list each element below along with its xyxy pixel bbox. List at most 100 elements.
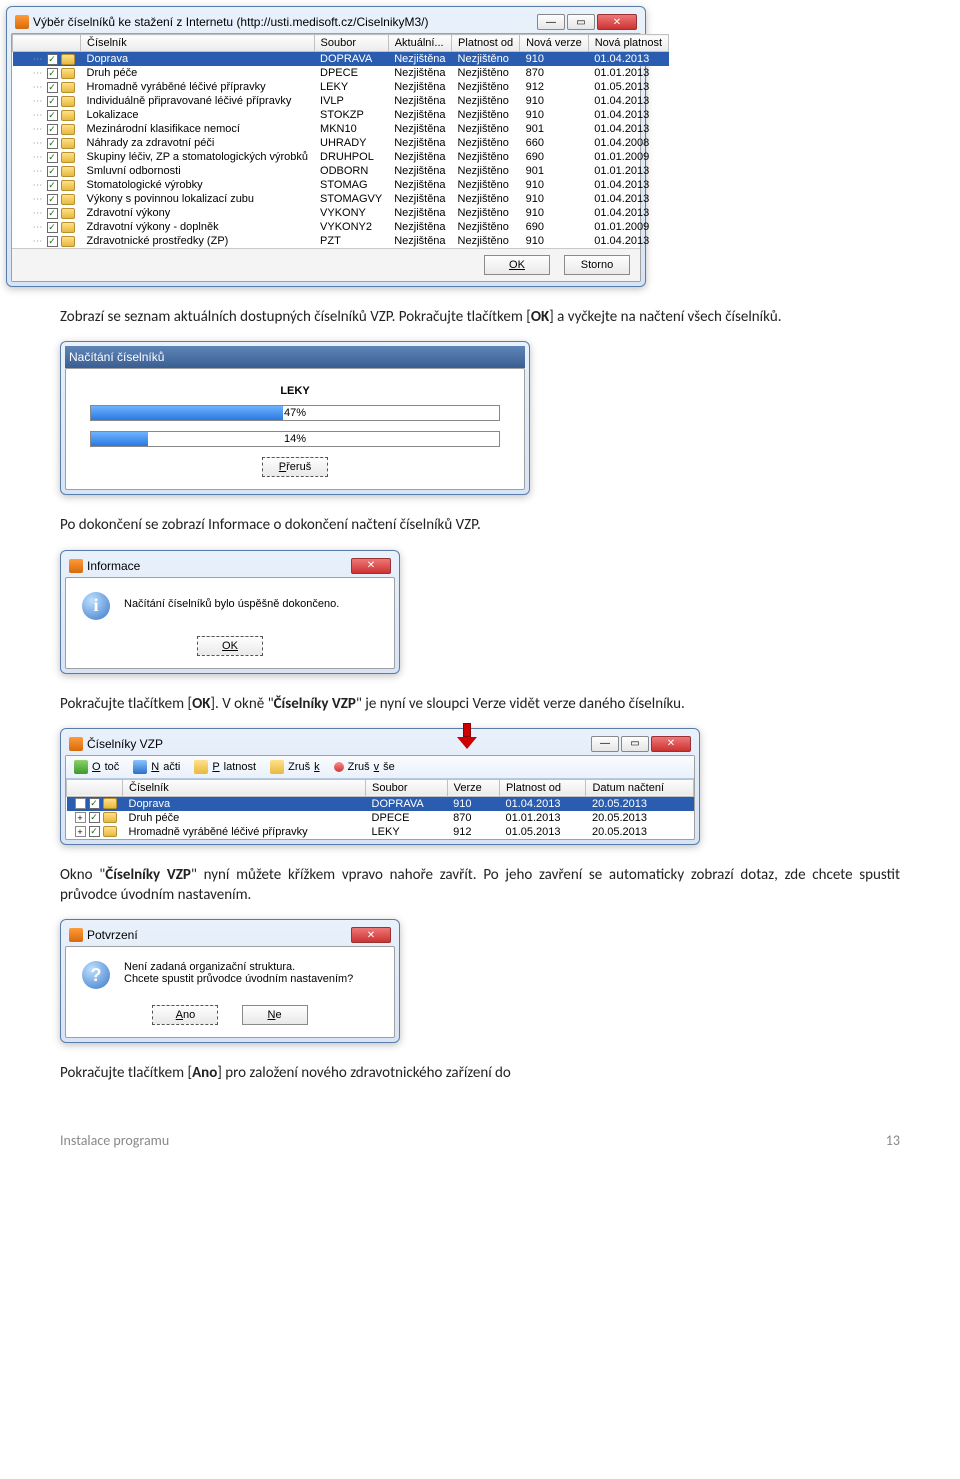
- row-checkbox[interactable]: [47, 194, 58, 205]
- table-row[interactable]: ⋯DopravaDOPRAVANezjištěnaNezjištěno91001…: [13, 52, 669, 67]
- row-checkbox[interactable]: [47, 222, 58, 233]
- close-button[interactable]: ✕: [351, 927, 391, 943]
- table-row[interactable]: -DopravaDOPRAVA91001.04.201320.05.2013: [67, 796, 694, 811]
- col-soubor[interactable]: Soubor: [366, 779, 448, 796]
- maximize-button[interactable]: ▭: [621, 736, 649, 752]
- toolbar-otoc[interactable]: Otoč: [74, 760, 119, 774]
- expand-toggle[interactable]: +: [75, 826, 86, 837]
- row-checkbox[interactable]: [89, 812, 100, 823]
- titlebar[interactable]: Potvrzení ✕: [65, 924, 395, 946]
- tree-line: ⋯: [33, 138, 42, 149]
- expand-toggle[interactable]: +: [75, 812, 86, 823]
- row-checkbox[interactable]: [89, 826, 100, 837]
- cell-plat: Nezjištěno: [452, 136, 520, 150]
- cell-name: Skupiny léčiv, ZP a stomatologických výr…: [81, 150, 315, 164]
- titlebar[interactable]: Výběr číselníků ke stažení z Internetu (…: [11, 11, 641, 33]
- cell-plat: Nezjištěno: [452, 206, 520, 220]
- table-row[interactable]: ⋯Individuálně připravované léčivé přípra…: [13, 94, 669, 108]
- col-ciselnik[interactable]: Číselník: [81, 35, 315, 52]
- cell-file: DOPRAVA: [366, 796, 448, 811]
- cell-plat: Nezjištěno: [452, 150, 520, 164]
- row-checkbox[interactable]: [47, 54, 58, 65]
- window-body: Číselník Soubor Aktuální... Platnost od …: [11, 33, 641, 282]
- ciselniky-table[interactable]: Číselník Soubor Aktuální... Platnost od …: [12, 34, 669, 248]
- cell-plat: 01.05.2013: [499, 825, 586, 839]
- minimize-button[interactable]: —: [591, 736, 619, 752]
- footer-section-title: Instalace programu: [60, 1132, 169, 1149]
- col-soubor[interactable]: Soubor: [314, 35, 388, 52]
- col-tree[interactable]: [67, 779, 123, 796]
- close-button[interactable]: ✕: [351, 558, 391, 574]
- expand-toggle[interactable]: -: [75, 798, 86, 809]
- row-checkbox[interactable]: [47, 180, 58, 191]
- table-row[interactable]: ⋯Hromadně vyráběné léčivé přípravkyLEKYN…: [13, 80, 669, 94]
- titlebar[interactable]: Informace ✕: [65, 555, 395, 577]
- table-row[interactable]: ⋯Druh péčeDPECENezjištěnaNezjištěno87001…: [13, 66, 669, 80]
- cell-akt: Nezjištěna: [388, 178, 451, 192]
- maximize-button[interactable]: ▭: [567, 14, 595, 30]
- table-row[interactable]: +Hromadně vyráběné léčivé přípravkyLEKY9…: [67, 825, 694, 839]
- ok-button[interactable]: OK: [197, 636, 263, 656]
- folder-icon: [61, 54, 75, 65]
- table-row[interactable]: ⋯LokalizaceSTOKZPNezjištěnaNezjištěno910…: [13, 108, 669, 122]
- row-checkbox[interactable]: [47, 236, 58, 247]
- col-nova-platnost[interactable]: Nová platnost: [588, 35, 668, 52]
- row-checkbox[interactable]: [47, 166, 58, 177]
- table-row[interactable]: ⋯Zdravotní výkony - doplněkVYKONY2Nezjiš…: [13, 220, 669, 234]
- cell-plat: Nezjištěno: [452, 108, 520, 122]
- ok-button[interactable]: OK: [484, 255, 550, 275]
- col-ciselnik[interactable]: Číselník: [123, 779, 366, 796]
- table-row[interactable]: ⋯Smluvní odbornostiODBORNNezjištěnaNezji…: [13, 164, 669, 178]
- row-checkbox[interactable]: [47, 138, 58, 149]
- folder-icon: [61, 96, 75, 107]
- folder-icon: [61, 208, 75, 219]
- col-nova-verze[interactable]: Nová verze: [520, 35, 589, 52]
- row-checkbox[interactable]: [47, 68, 58, 79]
- tree-line: ⋯: [33, 180, 42, 191]
- toolbar: Otoč Načti Platnost Zruš k Zruš vše: [66, 756, 694, 779]
- toolbar-nacti[interactable]: Načti: [133, 760, 180, 774]
- no-button[interactable]: Ne: [242, 1005, 308, 1025]
- tree-line: ⋯: [33, 68, 42, 79]
- table-row[interactable]: ⋯Stomatologické výrobkySTOMAGNezjištěnaN…: [13, 178, 669, 192]
- row-checkbox[interactable]: [47, 208, 58, 219]
- toolbar-zrusk[interactable]: Zruš k: [270, 760, 320, 774]
- table-row[interactable]: ⋯Náhrady za zdravotní péčiUHRADYNezjiště…: [13, 136, 669, 150]
- toolbar-zrusvse[interactable]: Zruš vše: [334, 761, 395, 773]
- row-checkbox[interactable]: [47, 96, 58, 107]
- table-row[interactable]: ⋯Zdravotnické prostředky (ZP)PZTNezjiště…: [13, 234, 669, 248]
- titlebar[interactable]: Číselníky VZP — ▭ ✕: [65, 733, 695, 755]
- col-tree[interactable]: [13, 35, 81, 52]
- table-row[interactable]: ⋯Zdravotní výkonyVYKONYNezjištěnaNezjišt…: [13, 206, 669, 220]
- folder-icon: [103, 798, 117, 809]
- titlebar[interactable]: Načítání číselníků: [65, 346, 525, 368]
- toolbar-platnost[interactable]: Platnost: [194, 760, 256, 774]
- calendar-icon: [194, 760, 208, 774]
- progress-item-pct: 47%: [91, 406, 499, 420]
- cell-akt: Nezjištěna: [388, 52, 451, 67]
- yes-button[interactable]: Ano: [152, 1005, 218, 1025]
- folder-icon: [61, 82, 75, 93]
- col-datum-nacteni[interactable]: Datum načtení: [586, 779, 694, 796]
- vzp-table[interactable]: Číselník Soubor Verze Platnost od Datum …: [66, 779, 694, 839]
- interrupt-button[interactable]: Přeruš: [262, 457, 328, 477]
- col-verze[interactable]: Verze: [447, 779, 499, 796]
- minimize-button[interactable]: —: [537, 14, 565, 30]
- table-row[interactable]: ⋯Mezinárodní klasifikace nemocíMKN10Nezj…: [13, 122, 669, 136]
- app-icon: [69, 928, 83, 942]
- row-checkbox[interactable]: [89, 798, 100, 809]
- col-platnost-od[interactable]: Platnost od: [499, 779, 586, 796]
- col-aktualni[interactable]: Aktuální...: [388, 35, 451, 52]
- row-checkbox[interactable]: [47, 82, 58, 93]
- table-row[interactable]: +Druh péčeDPECE87001.01.201320.05.2013: [67, 811, 694, 825]
- table-row[interactable]: ⋯Výkony s povinnou lokalizací zubuSTOMAG…: [13, 192, 669, 206]
- table-row[interactable]: ⋯Skupiny léčiv, ZP a stomatologických vý…: [13, 150, 669, 164]
- row-checkbox[interactable]: [47, 124, 58, 135]
- cell-dat: 20.05.2013: [586, 811, 694, 825]
- close-button[interactable]: ✕: [651, 736, 691, 752]
- close-button[interactable]: ✕: [597, 14, 637, 30]
- row-checkbox[interactable]: [47, 152, 58, 163]
- row-checkbox[interactable]: [47, 110, 58, 121]
- col-platnost-od[interactable]: Platnost od: [452, 35, 520, 52]
- storno-button[interactable]: Storno: [564, 255, 630, 275]
